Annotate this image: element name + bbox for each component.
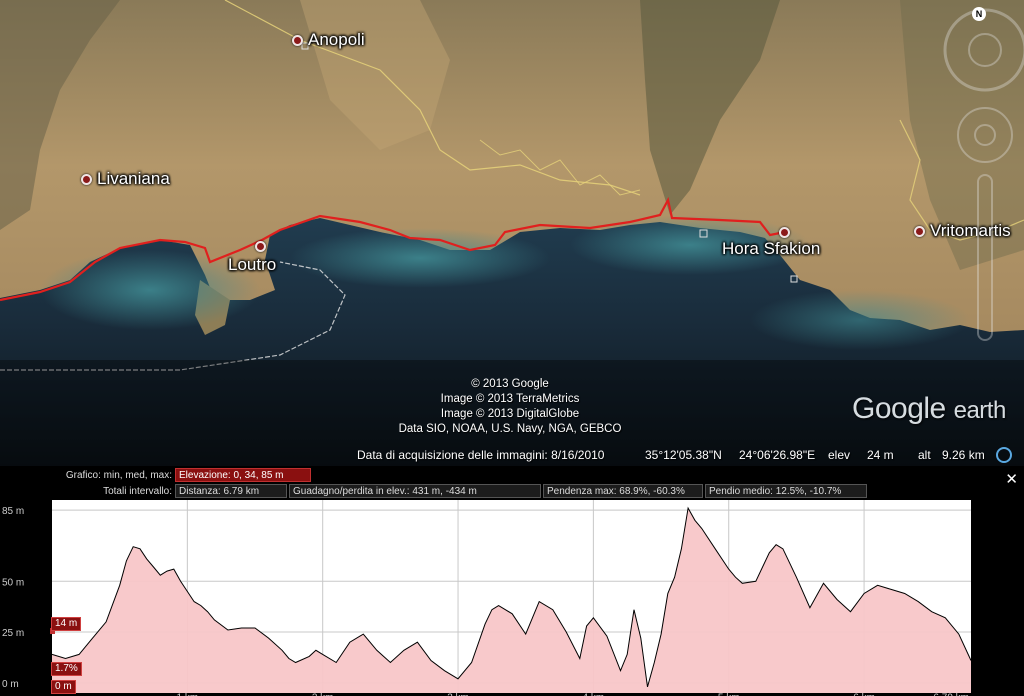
x-tick-label: 6.79 km xyxy=(933,692,969,696)
logo-google-text: Google xyxy=(852,392,946,425)
google-earth-logo: Google earth xyxy=(852,392,1006,426)
elev-value: 24 m xyxy=(867,448,894,462)
attribution-line: Image © 2013 TerraMetrics xyxy=(440,393,580,405)
place-livaniana[interactable]: Livaniana xyxy=(81,169,170,189)
place-hora-pin[interactable] xyxy=(779,227,790,238)
navigation-controls[interactable] xyxy=(940,0,1024,350)
cursor-elevation: 14 m xyxy=(51,617,82,631)
zoom-slider[interactable] xyxy=(977,174,993,341)
logo-earth-text: earth xyxy=(953,397,1007,424)
chart-range-label: Grafico: min, med, max: xyxy=(65,470,172,481)
place-pin-icon xyxy=(779,227,790,238)
longitude-readout: 24°06'26.98"E xyxy=(739,448,816,462)
place-loutro[interactable]: Loutro xyxy=(228,255,276,275)
alt-value: 9.26 km xyxy=(942,448,985,462)
y-axis: 0 m 25 m 50 m 85 m xyxy=(2,506,24,690)
y-tick-label: 0 m xyxy=(2,679,19,690)
imagery-date: Data di acquisizione delle immagini: 8/1… xyxy=(357,448,605,462)
cursor-slope: 1.7% xyxy=(51,662,82,676)
move-joystick-icon[interactable] xyxy=(957,107,1013,163)
place-hora-sfakion[interactable]: Hora Sfakion xyxy=(722,239,820,259)
look-ring-icon[interactable] xyxy=(943,8,1024,92)
alt-label: alt xyxy=(918,448,931,462)
move-center-icon[interactable] xyxy=(974,124,996,146)
place-label: Livaniana xyxy=(97,169,170,188)
x-tick-label: 1 km xyxy=(177,692,199,696)
y-tick-label: 25 m xyxy=(2,628,24,639)
distance-stat[interactable]: Distanza: 6.79 km xyxy=(175,484,287,498)
status-bar: Data di acquisizione delle immagini: 8/1… xyxy=(0,444,1024,466)
attribution-line: © 2013 Google xyxy=(471,378,549,390)
place-pin-icon xyxy=(255,241,266,252)
streaming-indicator-icon xyxy=(996,447,1012,463)
place-label: Loutro xyxy=(228,255,277,274)
map-view[interactable]: Anopoli Livaniana Loutro Hora Sfakion Vr… xyxy=(0,0,1024,466)
place-pin-icon xyxy=(81,173,92,185)
cursor-distance: 0 m xyxy=(51,680,76,694)
place-label: Anopoli xyxy=(308,30,365,49)
elev-label: elev xyxy=(828,448,851,462)
attribution-line: Data SIO, NOAA, U.S. Navy, NGA, GEBCO xyxy=(398,423,622,435)
elevation-stats[interactable]: Elevazione: 0, 34, 85 m xyxy=(175,468,311,482)
x-tick-label: 6 km xyxy=(853,692,875,696)
place-pin-icon xyxy=(914,225,925,237)
x-tick-label: 5 km xyxy=(718,692,740,696)
max-slope-stat[interactable]: Pendenza max: 68.9%, -60.3% xyxy=(543,484,703,498)
place-loutro-pin[interactable] xyxy=(255,241,266,252)
y-tick-label: 50 m xyxy=(2,577,24,588)
elevation-profile-panel: Grafico: min, med, max: Elevazione: 0, 3… xyxy=(0,466,1024,696)
attribution-line: Image © 2013 DigitalGlobe xyxy=(440,408,580,420)
x-tick-label: 3 km xyxy=(447,692,469,696)
y-tick-label: 85 m xyxy=(2,506,24,517)
map-attribution: © 2013 Google Image © 2013 TerraMetrics … xyxy=(370,377,650,437)
avg-slope-stat[interactable]: Pendio medio: 12.5%, -10.7% xyxy=(705,484,867,498)
x-tick-label: 4 km xyxy=(583,692,605,696)
x-tick-label: 2 km xyxy=(312,692,334,696)
close-button[interactable]: ✕ xyxy=(1005,470,1018,488)
north-indicator-icon[interactable]: N xyxy=(972,7,986,21)
place-label: Hora Sfakion xyxy=(722,239,821,258)
latitude-readout: 35°12'05.38"N xyxy=(645,448,722,462)
place-pin-icon xyxy=(292,34,303,46)
look-joystick-icon[interactable] xyxy=(968,33,1002,67)
elevation-chart[interactable]: 0 m 25 m 50 m 85 m 1 km 2 km 3 km 4 km 5 km 6 km… xyxy=(0,498,1024,696)
place-anopoli[interactable]: Anopoli xyxy=(292,30,365,50)
gain-loss-stat[interactable]: Guadagno/perdita in elev.: 431 m, -434 m xyxy=(289,484,541,498)
